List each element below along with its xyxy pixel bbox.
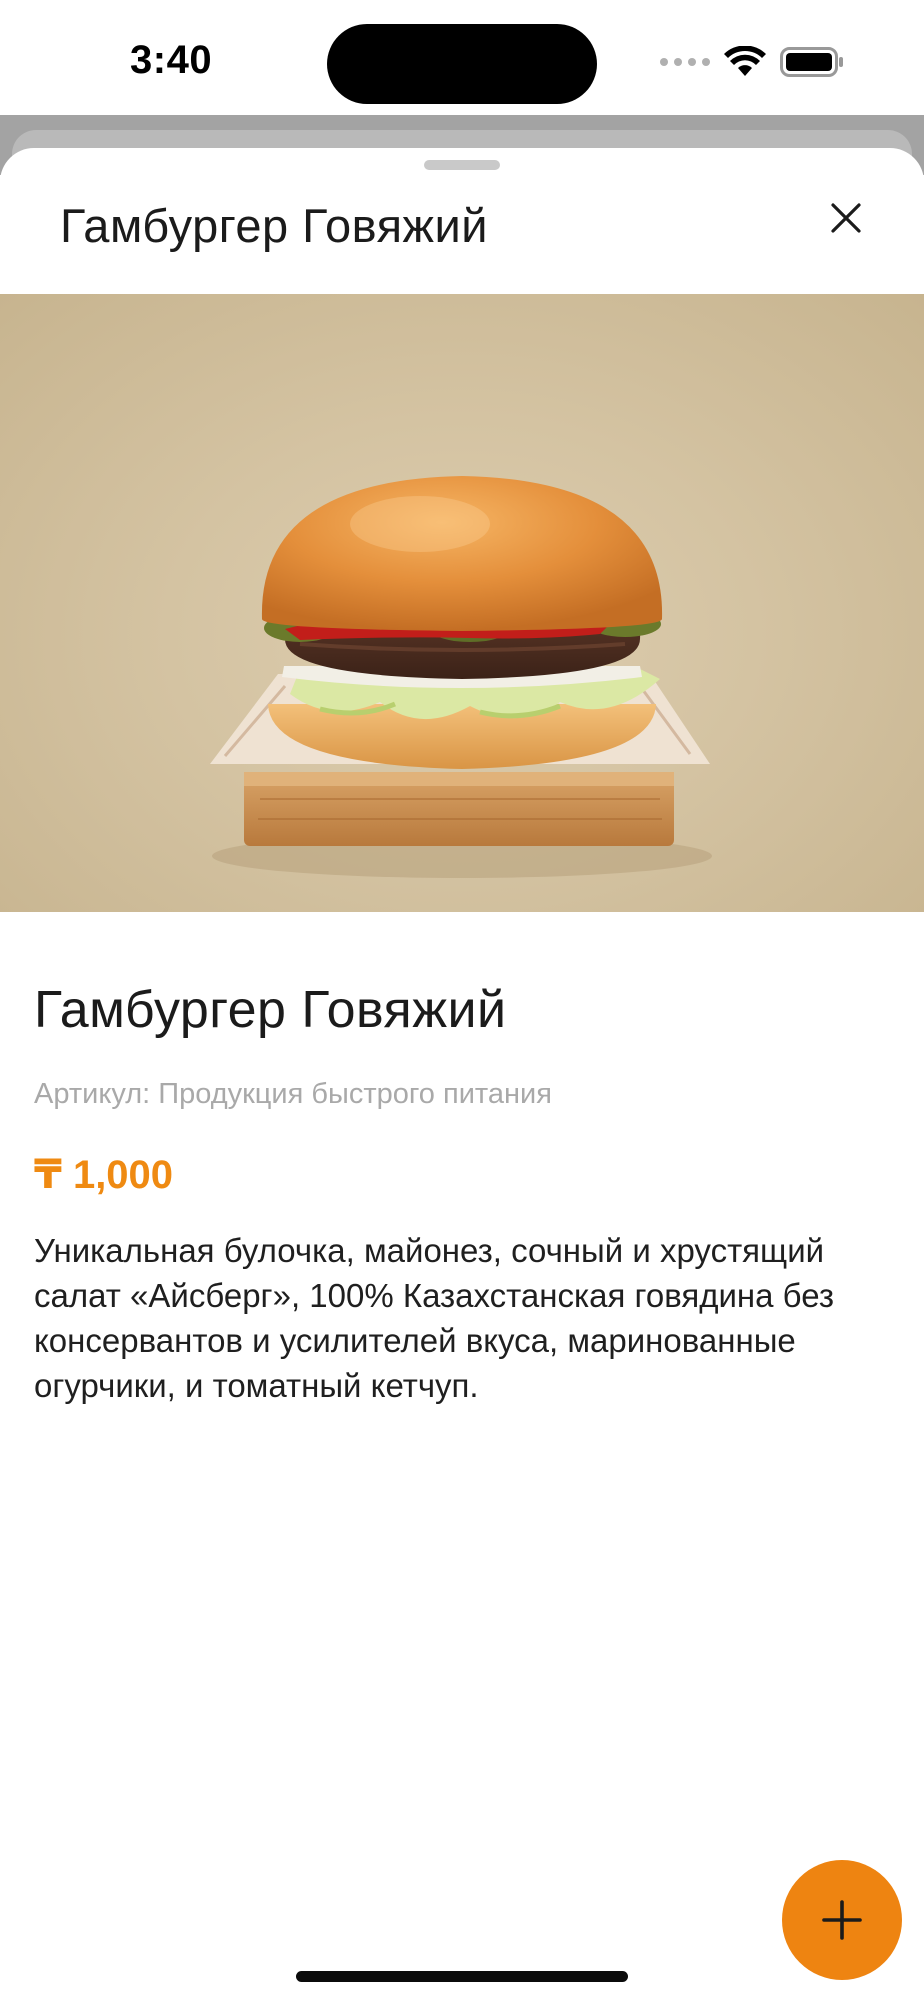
wifi-icon [724, 46, 766, 76]
product-name: Гамбургер Говяжий [34, 981, 507, 1039]
burger-photo [210, 476, 712, 878]
signal-dots-icon [660, 58, 710, 66]
product-description: Уникальная булочка, майонез, сочный и хр… [34, 1232, 834, 1404]
product-price: ₸ 1,000 [34, 1153, 174, 1197]
close-button[interactable] [818, 190, 874, 246]
product-sheet: Гамбургер Говяжий Гамбургер Говяжий Арти… [0, 148, 924, 2000]
status-icons [660, 42, 844, 82]
dynamic-island [327, 24, 597, 104]
close-icon [831, 203, 861, 233]
plus-icon [822, 1900, 862, 1940]
battery-icon [780, 47, 843, 77]
product-image [0, 294, 924, 912]
status-bar: 3:40 [0, 0, 924, 115]
add-to-cart-button[interactable] [782, 1860, 902, 1980]
sheet-title: Гамбургер Говяжий [60, 199, 488, 252]
home-indicator[interactable] [296, 1971, 628, 1982]
status-time: 3:40 [130, 38, 213, 82]
screen: 3:40 Гамбургер Говяжий Гамбургер Говяжий… [0, 0, 924, 2000]
sheet-grabber[interactable] [424, 160, 500, 170]
product-sku: Артикул: Продукция быстрого питания [34, 1078, 552, 1110]
